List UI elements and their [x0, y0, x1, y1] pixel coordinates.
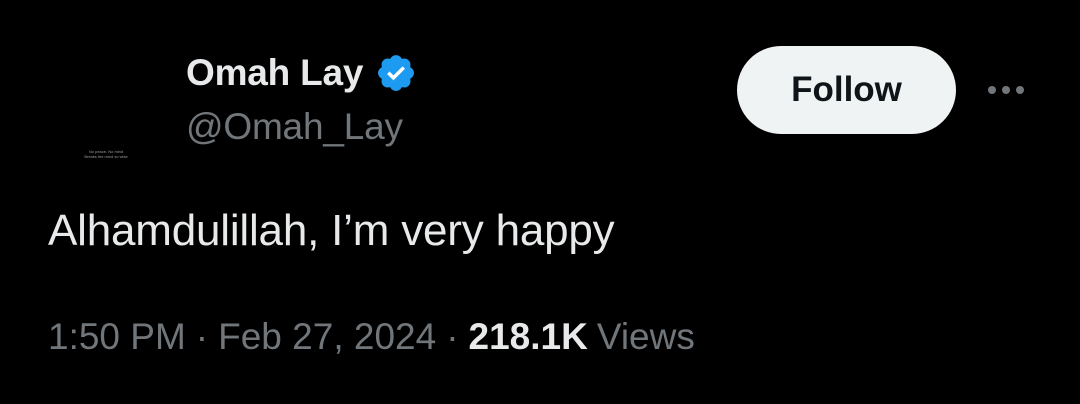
separator-dot: ·	[195, 316, 209, 357]
ellipsis-icon	[988, 86, 1024, 94]
follow-button[interactable]: Follow	[737, 46, 956, 134]
display-name[interactable]: Omah Lay	[186, 52, 363, 94]
tweet-date[interactable]: Feb 27, 2024	[218, 316, 436, 358]
more-options-button[interactable]	[982, 68, 1030, 112]
tweet-time[interactable]: 1:50 PM	[48, 316, 186, 358]
views-count[interactable]: 218.1K	[469, 316, 588, 358]
tweet-card: No peace. No mind Breaks the mind so wis…	[0, 0, 1080, 404]
separator-dot: ·	[446, 316, 459, 357]
tweet-metadata: 1:50 PM · Feb 27, 2024 · 218.1K Views	[48, 316, 695, 358]
views-label[interactable]: Views	[597, 316, 695, 358]
tweet-text: Alhamdulillah, I’m very happy	[48, 206, 615, 255]
avatar-caption-line-2: Breaks the mind so wise	[84, 154, 128, 159]
user-handle[interactable]: @Omah_Lay	[186, 106, 417, 148]
avatar[interactable]: No peace. No mind Breaks the mind so wis…	[48, 96, 164, 212]
name-row: Omah Lay	[186, 50, 417, 96]
author-block: Omah Lay @Omah_Lay	[186, 50, 417, 148]
verified-badge-icon	[378, 55, 415, 91]
